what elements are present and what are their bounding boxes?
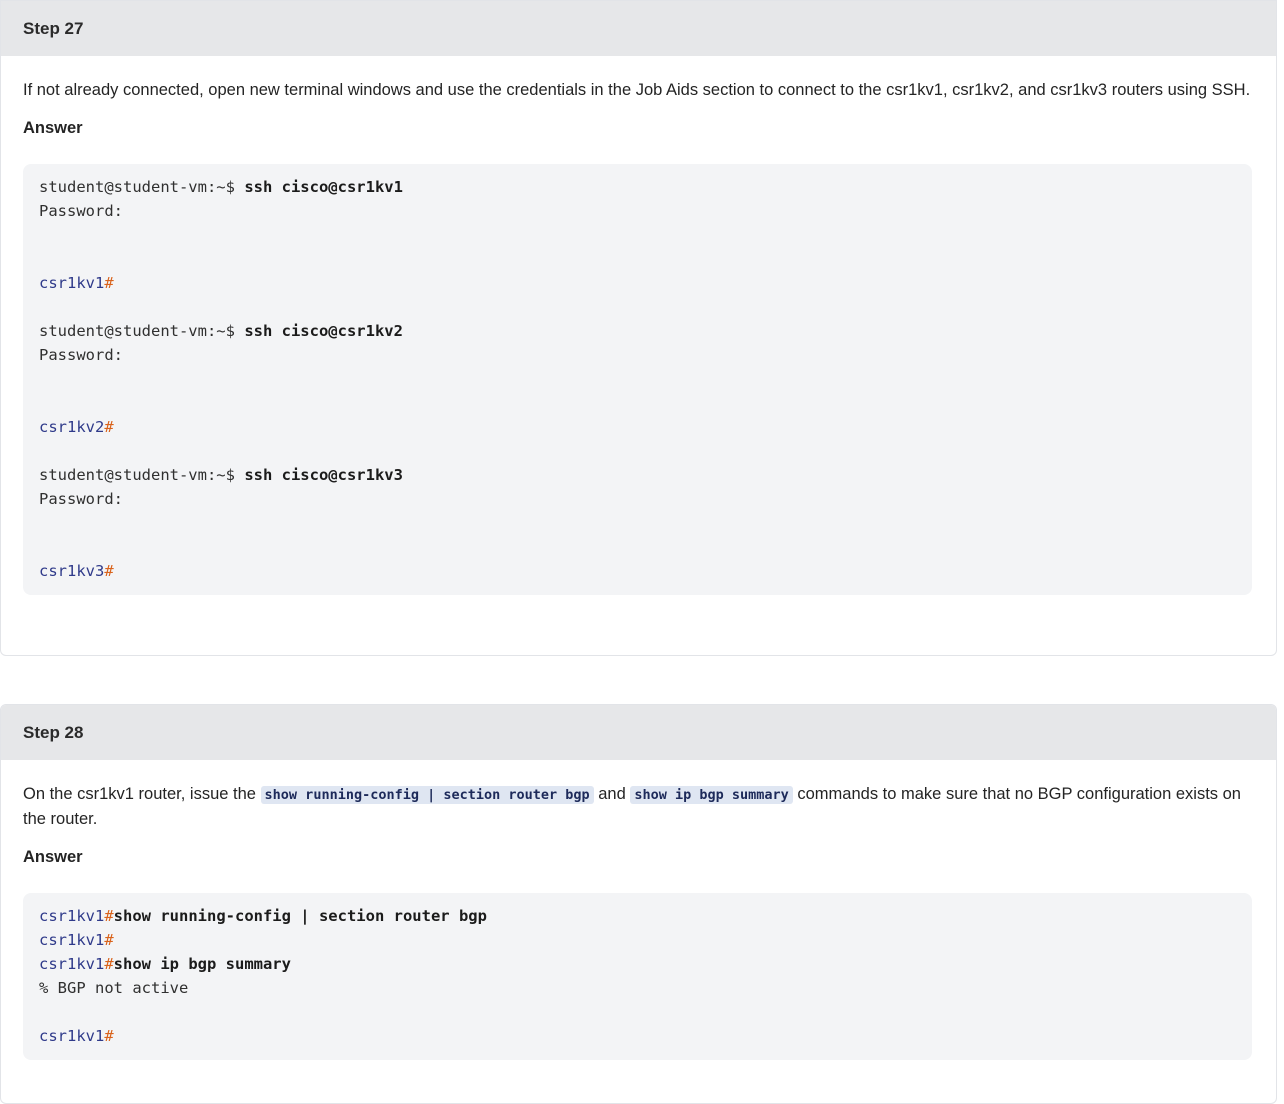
router-command: show running-config | section router bgp xyxy=(113,907,487,925)
code-line: csr1kv1# xyxy=(39,928,1236,952)
password-prompt: Password: xyxy=(39,490,123,508)
step-28-instruction: On the csr1kv1 router, issue the show ru… xyxy=(23,782,1252,831)
router-prompt-hash: # xyxy=(104,274,114,292)
step-27-body: If not already connected, open new termi… xyxy=(1,78,1276,595)
ssh-command: ssh cisco@csr1kv1 xyxy=(244,178,403,196)
code-line: csr1kv1#show running-config | section ro… xyxy=(39,904,1236,928)
router-hostname: csr1kv3 xyxy=(39,562,105,580)
step-28-card: Step 28 On the csr1kv1 router, issue the… xyxy=(0,704,1277,1104)
step-27-code-block[interactable]: student@student-vm:~$ ssh cisco@csr1kv1 P… xyxy=(23,164,1252,595)
instruction-text: and xyxy=(593,785,631,803)
router-hostname: csr1kv2 xyxy=(39,418,105,436)
router-prompt: csr1kv1# xyxy=(39,271,1236,295)
password-prompt: Password: xyxy=(39,346,123,364)
router-hostname: csr1kv1 xyxy=(39,955,105,973)
router-prompt: csr1kv3# xyxy=(39,559,1236,583)
step-27-instruction: If not already connected, open new termi… xyxy=(23,81,1251,99)
router-prompt: csr1kv2# xyxy=(39,415,1236,439)
command-output: % BGP not active xyxy=(39,979,189,997)
code-line: student@student-vm:~$ ssh cisco@csr1kv3 xyxy=(39,463,1236,487)
shell-prompt: student@student-vm:~$ xyxy=(39,466,245,484)
shell-prompt: student@student-vm:~$ xyxy=(39,322,245,340)
router-hostname: csr1kv1 xyxy=(39,1027,105,1045)
step-28-body: On the csr1kv1 router, issue the show ru… xyxy=(1,782,1276,1060)
code-line: student@student-vm:~$ ssh cisco@csr1kv1 xyxy=(39,175,1236,199)
instruction-text: On the csr1kv1 router, issue the xyxy=(23,785,261,803)
step-28-answer-label: Answer xyxy=(23,848,83,866)
router-prompt-hash: # xyxy=(104,418,114,436)
step-28-header: Step 28 xyxy=(1,705,1276,760)
inline-command: show running-config | section router bgp xyxy=(260,786,594,804)
router-prompt-hash: # xyxy=(104,562,114,580)
shell-prompt: student@student-vm:~$ xyxy=(39,178,245,196)
step-27-card: Step 27 If not already connected, open n… xyxy=(0,0,1277,656)
step-28-code-block[interactable]: csr1kv1#show running-config | section ro… xyxy=(23,893,1252,1060)
router-prompt-hash: # xyxy=(104,955,114,973)
code-line: csr1kv1# xyxy=(39,1024,1236,1048)
code-line: student@student-vm:~$ ssh cisco@csr1kv2 xyxy=(39,319,1236,343)
ssh-command: ssh cisco@csr1kv2 xyxy=(244,322,403,340)
step-27-header: Step 27 xyxy=(1,1,1276,56)
router-prompt-hash: # xyxy=(104,1027,114,1045)
router-hostname: csr1kv1 xyxy=(39,274,105,292)
code-line: csr1kv1#show ip bgp summary xyxy=(39,952,1236,976)
ssh-command: ssh cisco@csr1kv3 xyxy=(244,466,403,484)
router-prompt-hash: # xyxy=(104,931,114,949)
router-hostname: csr1kv1 xyxy=(39,907,105,925)
router-prompt-hash: # xyxy=(104,907,114,925)
password-prompt: Password: xyxy=(39,202,123,220)
router-hostname: csr1kv1 xyxy=(39,931,105,949)
inline-command: show ip bgp summary xyxy=(630,786,793,804)
step-27-answer-label: Answer xyxy=(23,119,83,137)
router-command: show ip bgp summary xyxy=(113,955,291,973)
